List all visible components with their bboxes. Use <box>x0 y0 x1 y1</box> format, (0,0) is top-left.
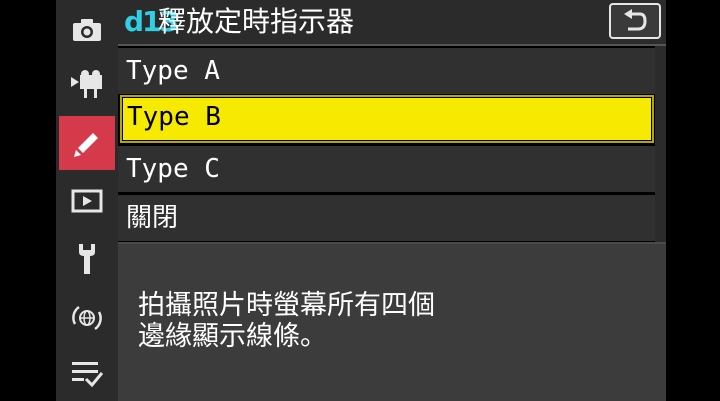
camera-icon <box>73 19 101 41</box>
right-border <box>666 0 720 401</box>
sidebar-item-photo-shooting[interactable] <box>59 3 115 57</box>
video-camera-icon <box>71 70 102 98</box>
sidebar-item-setup[interactable] <box>59 232 115 286</box>
help-line-2: 邊緣顯示線條。 <box>138 321 327 352</box>
help-panel: 拍攝照片時螢幕所有四個 邊緣顯示線條。 <box>118 242 666 401</box>
sidebar <box>56 0 118 401</box>
help-text: 拍攝照片時螢幕所有四個 邊緣顯示線條。 <box>138 290 578 352</box>
page-title: 釋放定時指示器 <box>158 5 355 38</box>
sidebar-item-movie-shooting[interactable] <box>59 57 115 111</box>
option-type-b[interactable]: Type B <box>120 95 654 143</box>
network-icon <box>72 305 102 331</box>
help-line-1: 拍攝照片時螢幕所有四個 <box>138 290 435 321</box>
my-menu-icon <box>72 362 103 387</box>
playback-icon <box>71 189 103 213</box>
option-type-c[interactable]: Type C <box>118 146 655 192</box>
back-button[interactable] <box>609 3 661 39</box>
option-type-a[interactable]: Type A <box>118 48 655 94</box>
title-bar: d13 釋放定時指示器 <box>118 0 666 46</box>
sidebar-item-network[interactable] <box>59 290 115 344</box>
wrench-icon <box>79 244 95 274</box>
sidebar-item-my-menu[interactable] <box>59 346 115 400</box>
left-border <box>0 0 56 401</box>
back-arrow-icon <box>624 9 647 31</box>
scroll-track <box>655 46 666 242</box>
sidebar-item-playback[interactable] <box>59 174 115 228</box>
pencil-icon <box>74 133 98 157</box>
sidebar-item-custom-settings[interactable] <box>59 116 115 170</box>
option-off[interactable]: 關閉 <box>118 195 655 241</box>
